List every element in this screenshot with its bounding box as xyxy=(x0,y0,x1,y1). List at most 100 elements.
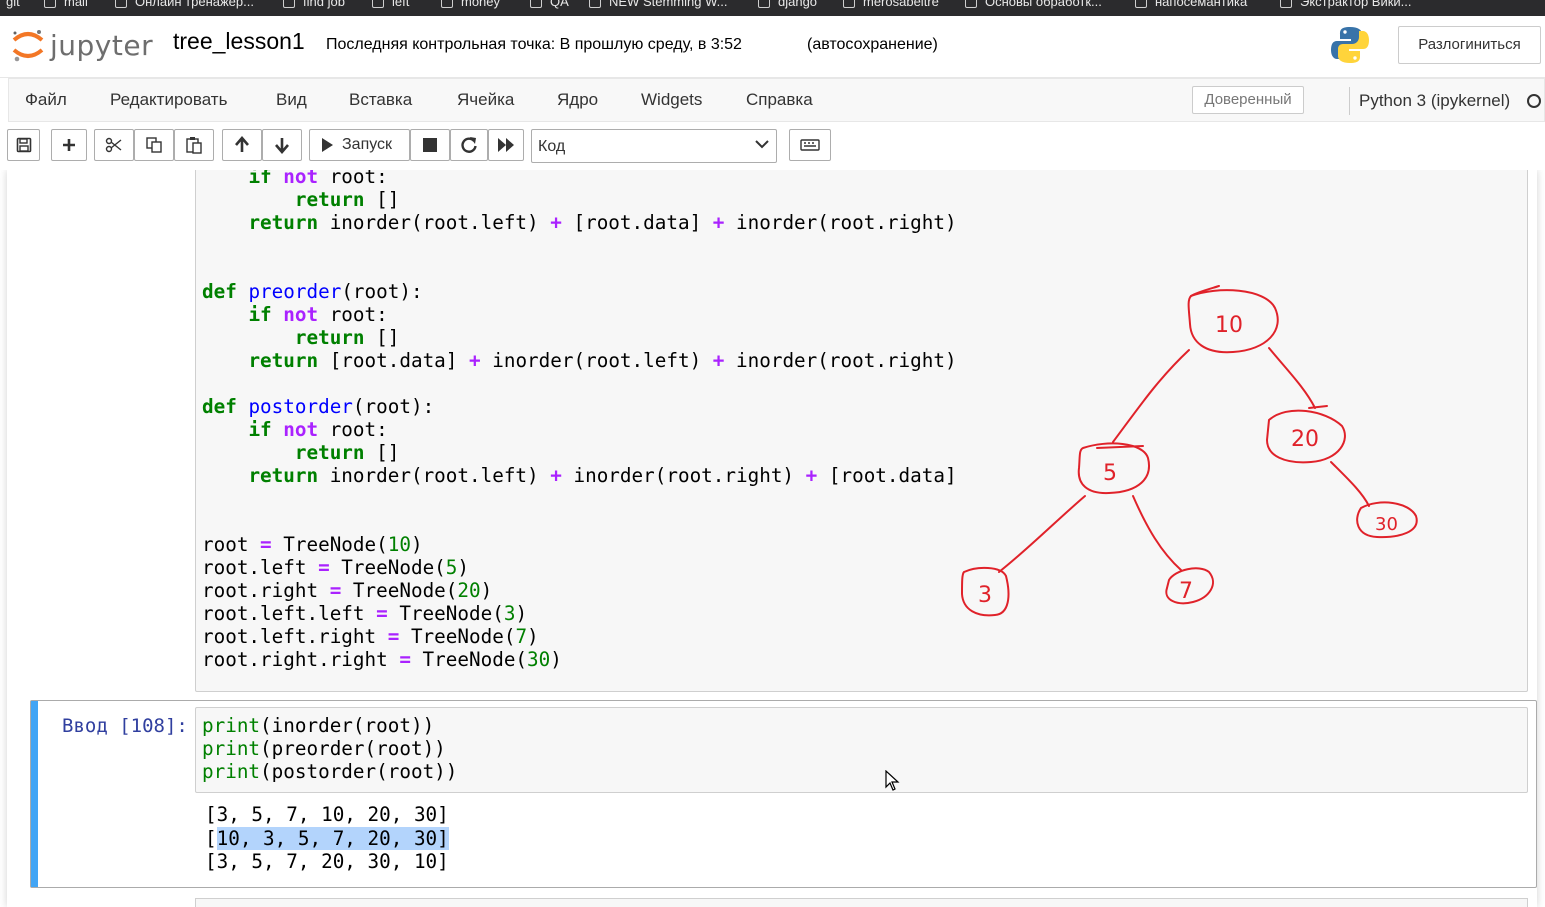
menu-kernel[interactable]: Ядро xyxy=(557,90,598,110)
code-line: root.left.left = TreeNode(3) xyxy=(202,602,528,625)
cell-output: [3, 5, 7, 10, 20, 30] [10, 3, 5, 7, 20, … xyxy=(205,803,449,874)
folder-icon xyxy=(530,0,542,8)
bookmark-item[interactable]: money xyxy=(441,0,500,9)
menu-help[interactable]: Справка xyxy=(746,90,813,110)
drawn-node-label: 10 xyxy=(1215,313,1243,338)
input-prompt: Ввод [108]: xyxy=(62,715,188,737)
output-line: [3, 5, 7, 20, 30, 10] xyxy=(205,850,449,873)
bookmark-item[interactable]: find job xyxy=(283,0,345,9)
folder-icon xyxy=(1135,0,1147,8)
bookmark-label: QA xyxy=(550,0,569,9)
save-icon xyxy=(16,137,31,153)
header: jupyter tree_lesson1 Последняя контрольн… xyxy=(0,16,1545,78)
code-line: root.right.right = TreeNode(30) xyxy=(202,648,562,671)
folder-icon xyxy=(115,0,127,8)
arrow-up-icon xyxy=(235,136,249,152)
bookmark-item[interactable]: left xyxy=(372,0,409,9)
menu-edit[interactable]: Редактировать xyxy=(110,90,227,110)
drawn-node-label: 5 xyxy=(1103,461,1117,486)
keyboard-icon xyxy=(800,139,820,151)
folder-icon xyxy=(589,0,601,8)
move-down-button[interactable] xyxy=(262,129,302,161)
insert-cell-button[interactable] xyxy=(51,129,87,161)
code-line: return inorder(root.left) + [root.data] … xyxy=(248,211,957,234)
code-line: root = TreeNode(10) xyxy=(202,533,423,556)
bookmark-item[interactable]: Экстрактор Вики... xyxy=(1280,0,1412,9)
bookmark-label: Онлайн тренажер... xyxy=(135,0,254,9)
selected-output-text[interactable]: 10, 3, 5, 7, 20, 30] xyxy=(216,826,449,850)
code-line: print(postorder(root)) xyxy=(202,760,458,783)
cut-button[interactable] xyxy=(94,129,134,161)
folder-icon xyxy=(372,0,384,8)
play-icon xyxy=(322,138,333,152)
bookmark-item[interactable]: Онлайн тренажер... xyxy=(115,0,254,9)
code-line: return [] xyxy=(294,188,400,211)
code-line: root.left.right = TreeNode(7) xyxy=(202,625,539,648)
menubar: Файл Редактировать Вид Вставка Ячейка Яд… xyxy=(8,78,1545,122)
code-line: if not root: xyxy=(248,170,388,188)
command-palette-button[interactable] xyxy=(789,129,831,161)
code-line: print(inorder(root)) xyxy=(202,714,435,737)
paste-button[interactable] xyxy=(174,129,214,161)
logout-button[interactable]: Разлогиниться xyxy=(1398,26,1541,64)
bookmark-item[interactable]: mail xyxy=(44,0,88,9)
menu-insert[interactable]: Вставка xyxy=(349,90,412,110)
chevron-down-icon xyxy=(755,140,769,149)
notebook-name[interactable]: tree_lesson1 xyxy=(173,28,305,55)
bookmark-item[interactable]: django xyxy=(758,0,817,9)
hand-drawn-tree: 10 5 20 3 7 30 xyxy=(960,285,1418,617)
code-line: return [root.data] + inorder(root.left) … xyxy=(248,349,957,372)
next-code-cell[interactable] xyxy=(195,898,1528,907)
drawn-node-label: 20 xyxy=(1291,427,1319,452)
restart-icon xyxy=(461,137,477,153)
run-label: Запуск xyxy=(342,136,393,153)
bookmark-label: Основы обработк... xyxy=(985,0,1102,9)
code-line: return inorder(root.left) + inorder(root… xyxy=(248,464,957,487)
bookmark-label: merosabeltre xyxy=(863,0,939,9)
interrupt-button[interactable] xyxy=(410,129,450,161)
jupyter-logo[interactable]: jupyter xyxy=(8,24,158,64)
bookmark-item[interactable]: merosabeltre xyxy=(843,0,939,9)
cell-type-select[interactable]: Код xyxy=(531,129,777,163)
trusted-indicator[interactable]: Доверенный xyxy=(1192,86,1304,114)
scissors-icon xyxy=(105,137,122,153)
folder-icon xyxy=(441,0,453,8)
bookmarks-bar: git mail Онлайн тренажер... find job left mon… xyxy=(0,0,1545,16)
menu-file[interactable]: Файл xyxy=(25,90,67,110)
bookmark-item[interactable]: Основы обработк... xyxy=(965,0,1102,9)
restart-button[interactable] xyxy=(450,129,488,161)
menu-cell[interactable]: Ячейка xyxy=(457,90,514,110)
code-line: root.right = TreeNode(20) xyxy=(202,579,493,602)
kernel-name[interactable]: Python 3 (ipykernel) xyxy=(1359,91,1510,111)
bookmark-item[interactable]: git xyxy=(6,0,20,9)
bookmark-item[interactable]: QA xyxy=(530,0,569,9)
output-line: [3, 5, 7, 10, 20, 30] xyxy=(205,803,449,826)
output-line: [10, 3, 5, 7, 20, 30] xyxy=(205,826,449,851)
code-line: print(preorder(root)) xyxy=(202,737,446,760)
bookmark-label: money xyxy=(461,0,501,9)
bookmark-label: left xyxy=(392,0,410,9)
code-line: if not root: xyxy=(248,418,388,441)
restart-run-all-button[interactable] xyxy=(488,129,524,161)
selected-code-cell[interactable]: Ввод [108]: print(inorder(root)) print(p… xyxy=(30,700,1537,888)
save-button[interactable] xyxy=(7,129,40,161)
output-text: [ xyxy=(205,826,217,850)
bookmark-label: напосемантика xyxy=(1155,0,1248,9)
menu-widgets[interactable]: Widgets xyxy=(641,90,702,110)
drawn-node-label: 30 xyxy=(1375,514,1398,535)
notebook-container: def inorder(root): if not root: return [… xyxy=(7,170,1537,907)
bookmark-item[interactable]: NEW Stemming W... xyxy=(589,0,727,9)
folder-icon xyxy=(965,0,977,8)
copy-button[interactable] xyxy=(134,129,174,161)
drawn-node-label: 7 xyxy=(1179,579,1193,604)
bookmark-label: git xyxy=(6,0,20,9)
code-cell-input[interactable]: print(inorder(root)) print(preorder(root… xyxy=(195,707,1528,793)
bookmark-label: mail xyxy=(64,0,88,9)
bookmark-label: django xyxy=(778,0,818,9)
bookmark-item[interactable]: напосемантика xyxy=(1135,0,1247,9)
menu-view[interactable]: Вид xyxy=(276,90,307,110)
run-button[interactable]: Запуск xyxy=(309,129,410,161)
checkpoint-status: Последняя контрольная точка: В прошлую с… xyxy=(326,36,742,53)
move-up-button[interactable] xyxy=(222,129,262,161)
kernel-divider xyxy=(1349,87,1350,115)
